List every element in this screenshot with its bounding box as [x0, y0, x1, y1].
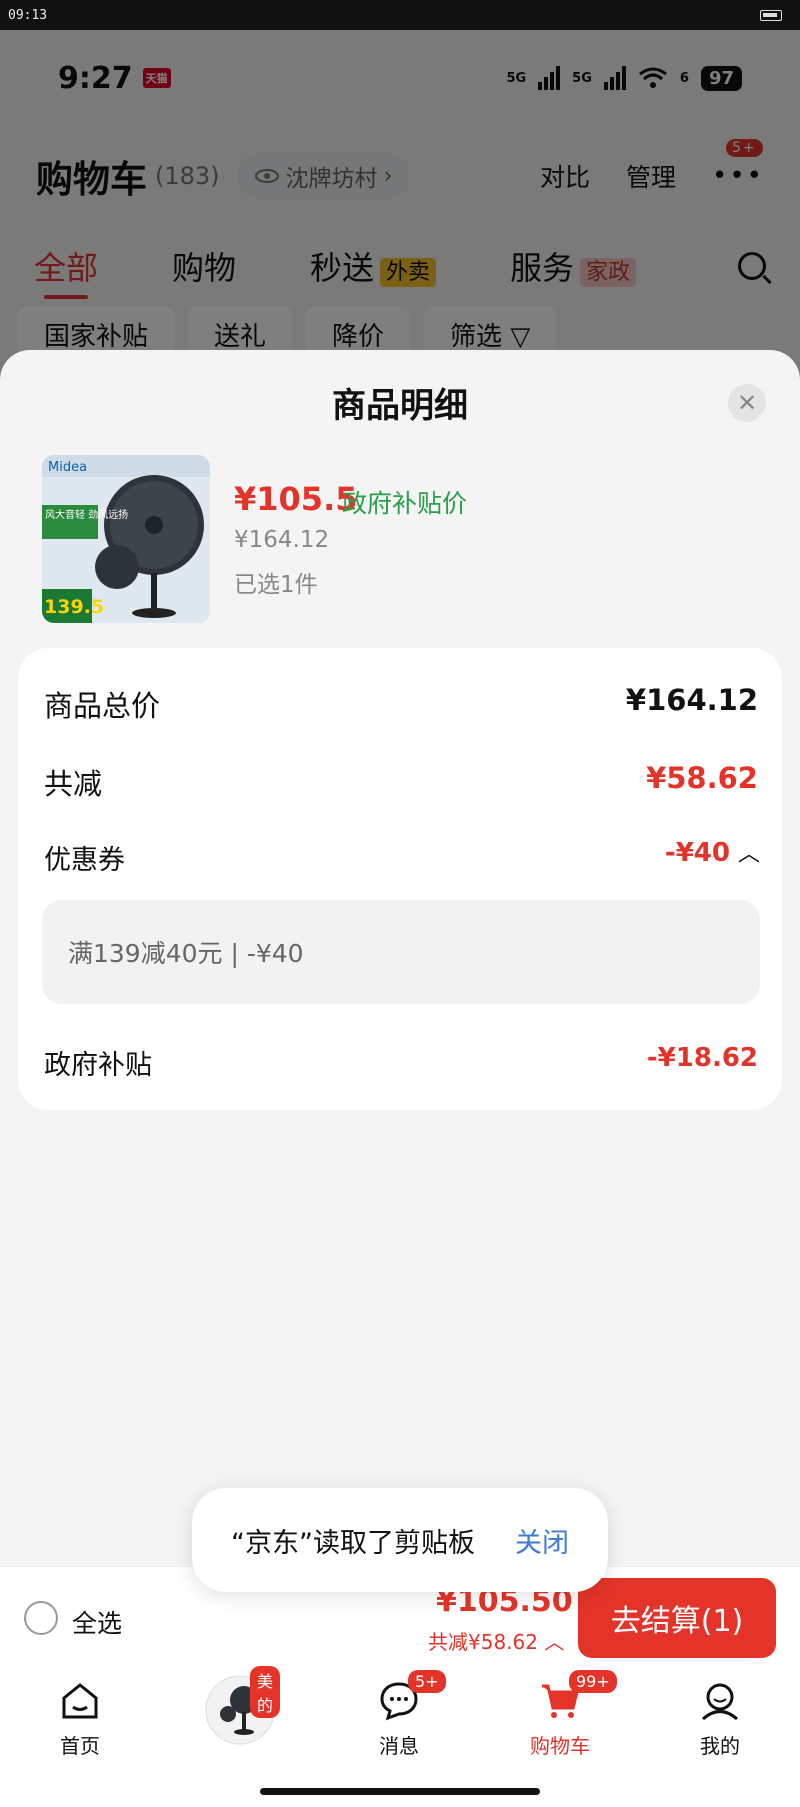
nav-cart-label: 购物车: [530, 1734, 590, 1758]
nav-messages-badge: 5+: [408, 1670, 446, 1693]
subsidy-price: ¥105.5: [234, 480, 358, 518]
nav-profile[interactable]: 我的: [665, 1680, 775, 1759]
discount-value: ¥58.62: [646, 761, 758, 795]
select-all-label[interactable]: 全选: [72, 1604, 122, 1640]
system-status-bar: 09:13: [0, 0, 800, 30]
product-image[interactable]: Midea 风大音轻 劲风远扬 139.5: [42, 455, 210, 623]
fan-product-image: Midea 风大音轻 劲风远扬 139.5: [42, 455, 210, 623]
close-icon: ✕: [736, 389, 758, 417]
nav-messages-label: 消息: [379, 1734, 419, 1758]
clipboard-toast: “京东”读取了剪贴板 关闭: [192, 1488, 608, 1592]
nav-home-label: 首页: [60, 1734, 100, 1758]
chevron-up-icon[interactable]: ︿: [738, 836, 760, 868]
subsidy-label: 政府补贴: [44, 1050, 152, 1081]
home-indicator[interactable]: [260, 1788, 540, 1795]
home-icon: [59, 1680, 101, 1722]
coupon-value: -¥40: [664, 838, 730, 868]
checkout-saved[interactable]: 共减¥58.62 ︿: [428, 1626, 564, 1655]
total-price-value: ¥164.12: [625, 683, 758, 717]
coupon-detail-box: 满139减40元 | -¥40: [42, 900, 760, 1004]
system-battery-icon: [760, 9, 782, 21]
toast-close-button[interactable]: 关闭: [515, 1521, 569, 1560]
product-brand-text: Midea: [48, 460, 87, 475]
toast-text: “京东”读取了剪贴板: [231, 1527, 475, 1559]
nav-home[interactable]: 首页: [25, 1680, 135, 1759]
checkout-button[interactable]: 去结算(1): [578, 1578, 776, 1658]
discount-label: 共减: [44, 767, 103, 801]
nav-product-badge: 美的: [250, 1666, 281, 1718]
product-image-price: 139.5: [44, 596, 104, 618]
nav-messages[interactable]: 5+ 消息: [344, 1670, 454, 1759]
cart-icon: 99+: [539, 1670, 617, 1722]
original-price: ¥164.12: [234, 527, 330, 553]
nav-cart[interactable]: 99+ 购物车: [505, 1670, 617, 1759]
nav-featured-product[interactable]: 美的: [185, 1666, 295, 1754]
coupon-label: 优惠券: [44, 845, 125, 876]
bottom-nav: 首页 美的 5+ 消息 99+ 购物车 我的: [0, 1666, 800, 1807]
checkout-saved-text: 共减¥58.62: [428, 1630, 538, 1654]
fan-product-icon: 美的: [204, 1666, 281, 1746]
subsidy-value: -¥18.62: [646, 1043, 758, 1073]
system-time: 09:13: [8, 7, 48, 23]
select-all-radio[interactable]: [24, 1601, 58, 1635]
chevron-up-small-icon: ︿: [544, 1630, 565, 1654]
sheet-title: 商品明细: [332, 386, 468, 426]
nav-cart-badge: 99+: [569, 1670, 617, 1693]
user-icon: [699, 1680, 741, 1722]
coupon-detail-text: 满139减40元 | -¥40: [68, 939, 304, 968]
subsidy-price-label: 政府补贴价: [342, 489, 468, 518]
close-sheet-button[interactable]: ✕: [728, 384, 766, 422]
message-icon: 5+: [378, 1670, 446, 1722]
selected-count: 已选1件: [234, 572, 318, 598]
nav-profile-label: 我的: [700, 1734, 740, 1758]
product-tag-text: 风大音轻 劲风远扬: [45, 508, 128, 521]
total-price-label: 商品总价: [44, 689, 161, 723]
